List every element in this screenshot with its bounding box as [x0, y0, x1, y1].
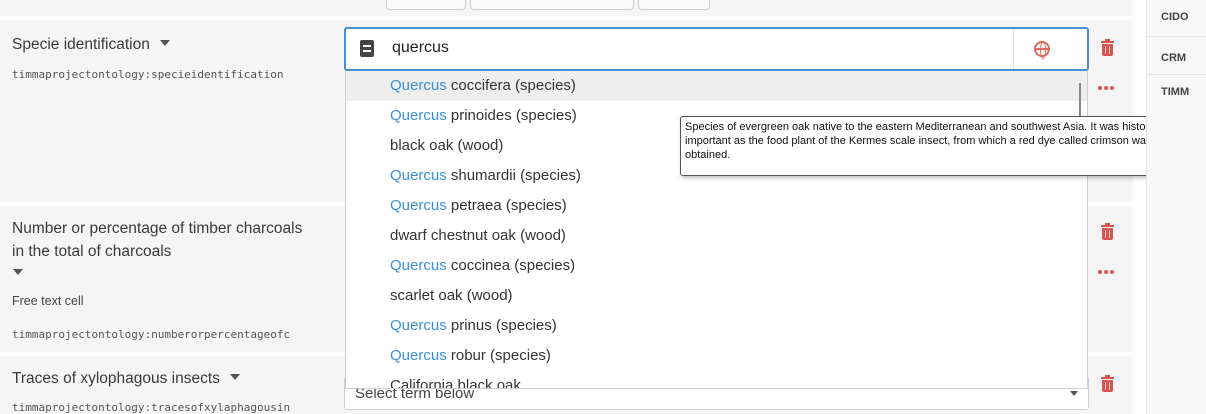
ontology-item[interactable]: CIDO: [1161, 11, 1189, 23]
autocomplete-option[interactable]: Quercus coccifera (species): [346, 71, 1087, 101]
option-button[interactable]: [386, 0, 466, 10]
match-highlight: Quercus: [390, 167, 447, 184]
match-highlight: Quercus: [390, 347, 447, 364]
option-text: coccinea (species): [446, 257, 576, 274]
property-label[interactable]: Traces of xylophagous insects: [12, 368, 240, 390]
option-text: scarlet oak (wood): [390, 287, 513, 304]
divider: [1147, 36, 1206, 37]
match-highlight: Quercus: [390, 257, 447, 274]
caret-down-icon[interactable]: [13, 269, 23, 275]
term-search-input[interactable]: quercus: [344, 27, 1089, 71]
autocomplete-option[interactable]: California black oak: [346, 371, 1087, 389]
autocomplete-option[interactable]: Quercus coccinea (species): [346, 251, 1087, 281]
property-description: Free text cell: [12, 294, 84, 308]
ontology-side-panel: CIDO CRM TIMM: [1146, 0, 1206, 414]
property-uri: timmaprojectontology:numberorpercentageo…: [12, 328, 291, 341]
property-label-continued[interactable]: in the total of charcoals: [12, 241, 171, 263]
divider: [1013, 29, 1014, 69]
option-text: coccifera (species): [446, 77, 576, 94]
property-uri: timmaprojectontology:tracesofxylaphagous…: [12, 401, 291, 414]
option-text: prinus (species): [446, 317, 557, 334]
match-highlight: Quercus: [390, 107, 447, 124]
document-icon[interactable]: [360, 40, 374, 57]
globe-icon[interactable]: [1034, 41, 1050, 59]
caret-down-icon[interactable]: [229, 373, 240, 380]
match-highlight: Quercus: [390, 197, 447, 214]
option-text: shumardii (species): [446, 167, 581, 184]
match-highlight: Quercus: [390, 77, 447, 94]
option-text: California black oak: [390, 377, 521, 389]
trash-icon[interactable]: [1101, 223, 1114, 240]
term-description-tooltip: Species of evergreen oak native to the e…: [680, 116, 1199, 176]
option-button[interactable]: [638, 0, 710, 10]
option-text: prinoides (species): [446, 107, 577, 124]
property-label[interactable]: Number or percentage of timber charcoals: [12, 218, 302, 240]
property-label[interactable]: Specie identification: [12, 34, 170, 56]
autocomplete-option[interactable]: dwarf chestnut oak (wood): [346, 221, 1087, 251]
autocomplete-option[interactable]: Quercus robur (species): [346, 341, 1087, 371]
option-text: robur (species): [446, 347, 551, 364]
chevron-down-icon[interactable]: [1070, 391, 1078, 396]
option-button[interactable]: [470, 0, 634, 10]
option-text: dwarf chestnut oak (wood): [390, 227, 566, 244]
option-text: black oak (wood): [390, 137, 504, 154]
trash-icon[interactable]: [1101, 39, 1114, 56]
search-input-value[interactable]: quercus: [392, 39, 449, 57]
autocomplete-option[interactable]: Quercus prinus (species): [346, 311, 1087, 341]
match-highlight: Quercus: [390, 317, 447, 334]
scrollbar[interactable]: [1079, 83, 1081, 119]
autocomplete-option[interactable]: Quercus petraea (species): [346, 191, 1087, 221]
trash-icon[interactable]: [1101, 375, 1114, 392]
divider: [1147, 74, 1206, 75]
property-uri: timmaprojectontology:specieidentificatio…: [12, 68, 284, 81]
ontology-item[interactable]: TIMM: [1161, 86, 1189, 98]
autocomplete-option[interactable]: scarlet oak (wood): [346, 281, 1087, 311]
caret-down-icon[interactable]: [159, 39, 170, 46]
more-dots-icon[interactable]: [1098, 270, 1116, 276]
previous-property-row: [0, 0, 1133, 16]
more-dots-icon[interactable]: [1098, 86, 1116, 92]
option-text: petraea (species): [446, 197, 567, 214]
ontology-item[interactable]: CRM: [1161, 52, 1186, 64]
